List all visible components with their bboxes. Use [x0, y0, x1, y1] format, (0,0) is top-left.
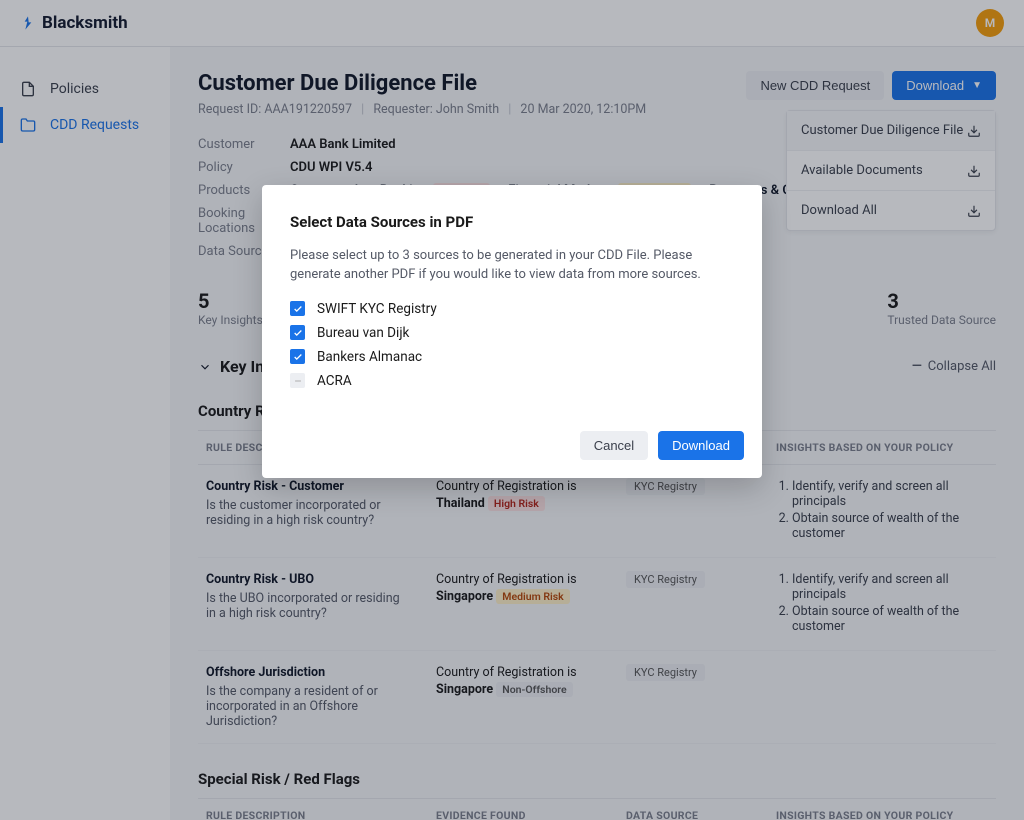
select-data-sources-modal: Select Data Sources in PDF Please select…: [262, 185, 762, 478]
checkbox-option[interactable]: Bureau van Dijk: [290, 325, 734, 341]
checkbox-checked-icon: [290, 349, 305, 364]
checkbox-label: Bureau van Dijk: [317, 325, 409, 341]
checkbox-label: Bankers Almanac: [317, 349, 422, 365]
checkbox-option[interactable]: SWIFT KYC Registry: [290, 301, 734, 317]
checkbox-checked-icon: [290, 301, 305, 316]
checkbox-unchecked-icon: [290, 373, 305, 388]
modal-description: Please select up to 3 sources to be gene…: [290, 247, 734, 285]
modal-title: Select Data Sources in PDF: [290, 213, 734, 231]
checkbox-checked-icon: [290, 325, 305, 340]
cancel-button[interactable]: Cancel: [580, 431, 648, 460]
modal-overlay: Select Data Sources in PDF Please select…: [0, 0, 1024, 820]
download-confirm-button[interactable]: Download: [658, 431, 744, 460]
checkbox-label: ACRA: [317, 373, 352, 389]
checkbox-option[interactable]: Bankers Almanac: [290, 349, 734, 365]
checkbox-option[interactable]: ACRA: [290, 373, 734, 389]
checkbox-label: SWIFT KYC Registry: [317, 301, 437, 317]
